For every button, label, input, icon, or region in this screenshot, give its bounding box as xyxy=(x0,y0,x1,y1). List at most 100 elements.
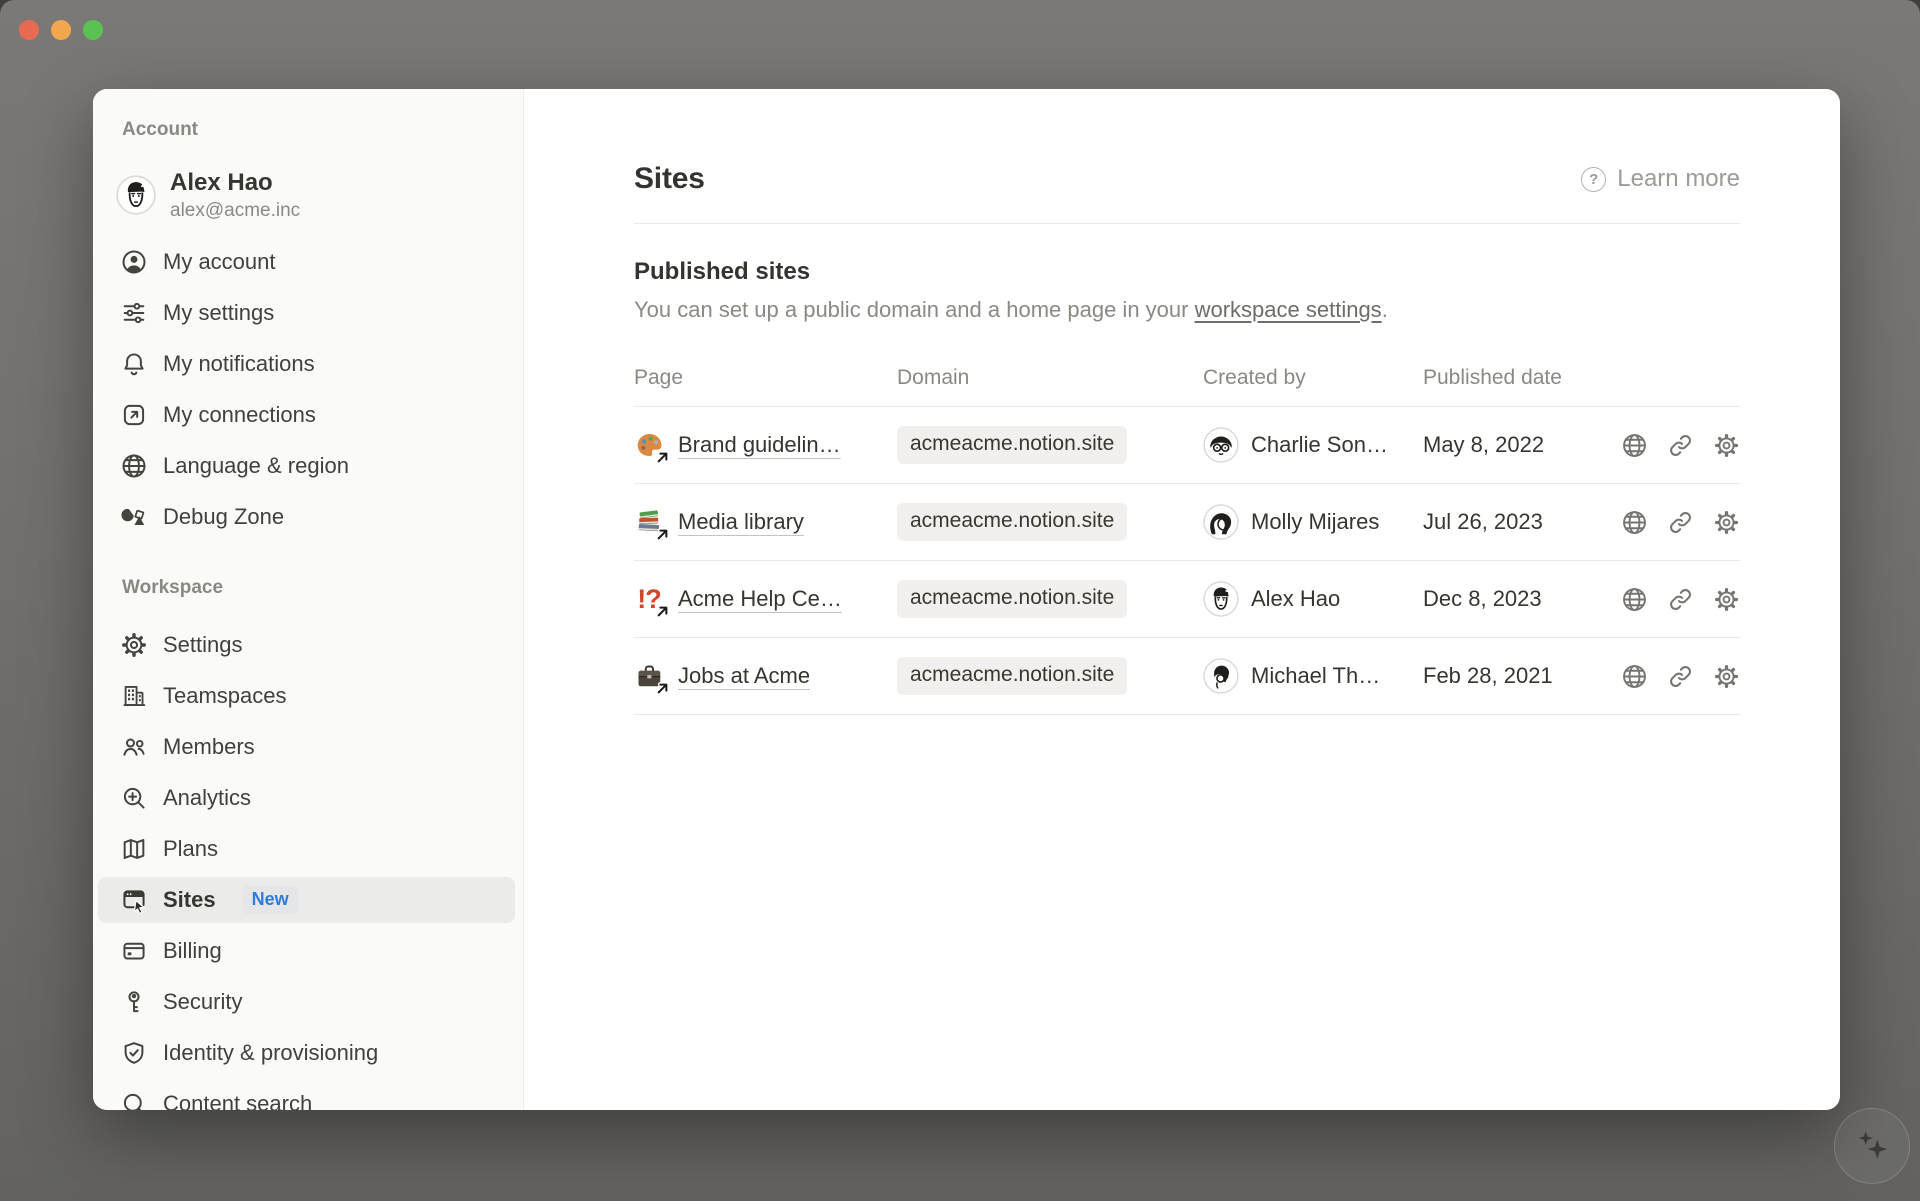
link-icon[interactable] xyxy=(1667,663,1694,690)
domain-pill: acmeacme.notion.site xyxy=(897,503,1127,541)
column-header-domain: Domain xyxy=(897,366,1203,390)
user-email: alex@acme.inc xyxy=(170,200,300,222)
created-by-name: Alex Hao xyxy=(1251,586,1340,612)
external-link-arrow-icon xyxy=(655,681,670,696)
key-icon xyxy=(120,988,148,1016)
link-icon[interactable] xyxy=(1667,586,1694,613)
sidebar-item-language-region[interactable]: Language & region xyxy=(98,443,515,489)
account-section-label: Account xyxy=(122,117,515,143)
gear-icon[interactable] xyxy=(1713,509,1740,536)
sidebar-item-label: Sites xyxy=(163,887,216,913)
column-header-page: Page xyxy=(634,366,897,390)
site-page-link[interactable]: Brand guidelin… xyxy=(678,432,841,458)
published-date: Dec 8, 2023 xyxy=(1423,586,1600,612)
close-window-button[interactable] xyxy=(19,20,39,40)
external-link-arrow-icon xyxy=(655,604,670,619)
bell-icon xyxy=(120,350,148,378)
sidebar-item-sites[interactable]: Sites New xyxy=(98,877,515,923)
sidebar-item-members[interactable]: Members xyxy=(98,724,515,770)
sidebar-item-my-account[interactable]: My account xyxy=(98,239,515,285)
created-by-name: Molly Mijares xyxy=(1251,509,1379,535)
settings-sidebar: Account Alex Hao alex@acme.inc xyxy=(93,89,524,1110)
sidebar-item-label: Settings xyxy=(163,632,243,658)
user-name: Alex Hao xyxy=(170,169,300,197)
gear-icon[interactable] xyxy=(1713,586,1740,613)
search-sparkle-icon xyxy=(120,784,148,812)
site-page-link[interactable]: Acme Help Ce… xyxy=(678,586,842,612)
domain-pill: acmeacme.notion.site xyxy=(897,426,1127,464)
notion-ai-button[interactable] xyxy=(1834,1108,1910,1184)
sidebar-item-my-settings[interactable]: My settings xyxy=(98,290,515,336)
user-circle-icon xyxy=(120,248,148,276)
column-header-created-by: Created by xyxy=(1203,366,1423,390)
workspace-settings-link[interactable]: workspace settings xyxy=(1195,297,1382,322)
globe-icon[interactable] xyxy=(1621,586,1648,613)
sidebar-item-analytics[interactable]: Analytics xyxy=(98,775,515,821)
sidebar-item-teamspaces[interactable]: Teamspaces xyxy=(98,673,515,719)
minimize-window-button[interactable] xyxy=(51,20,71,40)
sidebar-item-security[interactable]: Security xyxy=(98,979,515,1025)
globe-icon[interactable] xyxy=(1621,432,1648,459)
molly-avatar xyxy=(1203,504,1239,540)
map-icon xyxy=(120,835,148,863)
sidebar-item-label: Debug Zone xyxy=(163,504,284,530)
site-page-link[interactable]: Media library xyxy=(678,509,804,535)
gear-icon[interactable] xyxy=(1713,663,1740,690)
published-sites-table: Page Domain Created by Published date xyxy=(634,349,1740,715)
globe-icon[interactable] xyxy=(1621,509,1648,536)
account-user[interactable]: Alex Hao alex@acme.inc xyxy=(98,167,515,223)
link-icon[interactable] xyxy=(1667,509,1694,536)
sidebar-item-my-notifications[interactable]: My notifications xyxy=(98,341,515,387)
table-row: Jobs at Acme acmeacme.notion.site Michae… xyxy=(634,638,1740,715)
arrow-up-right-box-icon xyxy=(120,401,148,429)
description-text: You can set up a public domain and a hom… xyxy=(634,297,1195,322)
sidebar-item-label: Teamspaces xyxy=(163,683,287,709)
sidebar-item-identity-provisioning[interactable]: Identity & provisioning xyxy=(98,1030,515,1076)
globe-icon xyxy=(120,452,148,480)
learn-more-link[interactable]: ? Learn more xyxy=(1581,165,1740,193)
table-row: Media library acmeacme.notion.site Molly… xyxy=(634,484,1740,561)
exclamation-question-icon: !? xyxy=(634,584,664,614)
published-date: May 8, 2022 xyxy=(1423,432,1600,458)
new-badge: New xyxy=(243,886,298,914)
workspace-section-label: Workspace xyxy=(122,575,515,601)
link-icon[interactable] xyxy=(1667,432,1694,459)
created-by-name: Michael Th… xyxy=(1251,663,1380,689)
site-page-link[interactable]: Jobs at Acme xyxy=(678,663,810,689)
external-link-arrow-icon xyxy=(655,450,670,465)
zoom-window-button[interactable] xyxy=(83,20,103,40)
browser-cursor-icon xyxy=(120,886,148,914)
sidebar-item-label: Analytics xyxy=(163,785,251,811)
briefcase-icon xyxy=(634,661,664,691)
published-date: Jul 26, 2023 xyxy=(1423,509,1600,535)
sidebar-item-my-connections[interactable]: My connections xyxy=(98,392,515,438)
sidebar-item-label: Language & region xyxy=(163,453,349,479)
created-by-name: Charlie Son… xyxy=(1251,432,1388,458)
sidebar-item-label: My settings xyxy=(163,300,274,326)
page-title: Sites xyxy=(634,162,705,196)
shield-check-icon xyxy=(120,1039,148,1067)
sidebar-item-label: Content search xyxy=(163,1091,312,1110)
sidebar-item-label: Members xyxy=(163,734,255,760)
external-link-arrow-icon xyxy=(655,527,670,542)
sidebar-item-debug-zone[interactable]: Debug Zone xyxy=(98,494,515,540)
shapes-icon xyxy=(120,503,148,531)
sidebar-item-billing[interactable]: Billing xyxy=(98,928,515,974)
column-header-published-date: Published date xyxy=(1423,366,1600,390)
sidebar-item-label: My account xyxy=(163,249,276,275)
books-icon xyxy=(634,507,664,537)
learn-more-label: Learn more xyxy=(1617,165,1740,193)
globe-icon[interactable] xyxy=(1621,663,1648,690)
gear-icon[interactable] xyxy=(1713,432,1740,459)
sidebar-item-plans[interactable]: Plans xyxy=(98,826,515,872)
sidebar-item-label: Identity & provisioning xyxy=(163,1040,378,1066)
table-header-row: Page Domain Created by Published date xyxy=(634,349,1740,407)
sidebar-item-label: My notifications xyxy=(163,351,315,377)
sidebar-item-settings[interactable]: Settings xyxy=(98,622,515,668)
help-circle-icon: ? xyxy=(1581,167,1606,192)
alex-avatar xyxy=(116,175,156,215)
search-icon xyxy=(120,1090,148,1110)
sidebar-item-label: Plans xyxy=(163,836,218,862)
table-row: !? Acme Help Ce… acmeacme.notion.site xyxy=(634,561,1740,638)
sidebar-item-content-search[interactable]: Content search xyxy=(98,1081,515,1110)
